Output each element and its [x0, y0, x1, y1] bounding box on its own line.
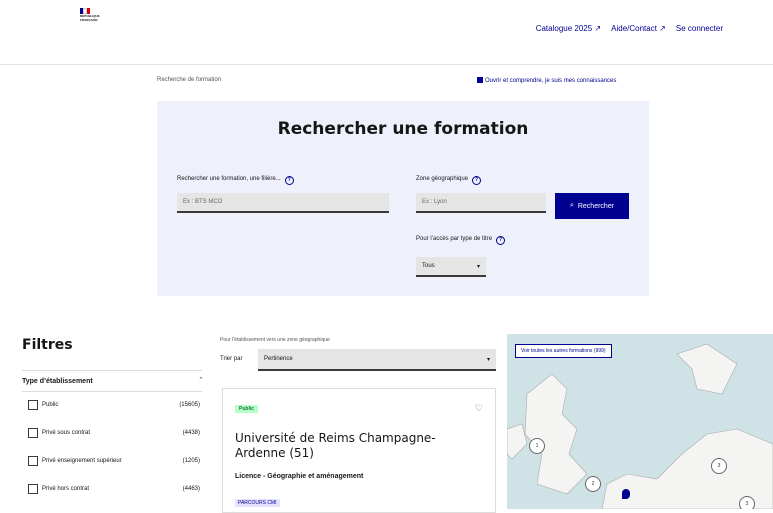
checkbox[interactable] — [28, 400, 38, 410]
search-button-label: Rechercher — [577, 202, 615, 210]
map-land — [507, 343, 773, 509]
header-tools: Catalogue 2025 ↗ Aide/Contact ↗ Se conne… — [536, 24, 723, 33]
exam-link-label: Ouvrir et comprendre, je suis mes connai… — [485, 78, 617, 84]
formation-input[interactable]: Ex : BTS MCO — [177, 193, 389, 213]
map-cluster[interactable]: 3 — [739, 496, 755, 509]
government-logo[interactable]: RÉPUBLIQUE FRANÇAISE — [80, 8, 112, 58]
formation-label: Rechercher une formation, une filière...… — [177, 176, 294, 185]
zone-label: Zone géographique? — [416, 176, 482, 185]
zone-input[interactable]: Ex : Lyon — [416, 193, 546, 213]
gov-line-2: FRANÇAISE — [80, 18, 98, 22]
card-title[interactable]: Université de Reims Champagne-Ardenne (5… — [235, 431, 485, 461]
map-pin-icon[interactable] — [622, 489, 630, 499]
map-cluster[interactable]: 1 — [529, 438, 545, 454]
checkbox[interactable] — [28, 428, 38, 438]
sort-label: Trier par — [220, 356, 243, 362]
search-icon: ⌕ — [569, 202, 574, 209]
page-title: Rechercher une formation — [277, 119, 529, 139]
breadcrumb[interactable]: Recherche de formation — [157, 77, 221, 83]
search-button[interactable]: ⌕ Rechercher — [555, 193, 629, 219]
filter-item-private-contract[interactable]: Privé sous contrat (4438) — [28, 426, 200, 440]
filters-title: Filtres — [22, 337, 73, 353]
chevron-up-icon: ˆ — [199, 377, 202, 385]
info-icon[interactable]: ? — [496, 236, 506, 245]
card-tag: PARCOURS CMI — [235, 499, 280, 507]
favorite-icon[interactable]: ♡ — [475, 403, 483, 414]
filter-item-public[interactable]: Public (15605) — [28, 398, 200, 412]
filter-section-establishment[interactable]: Type d’établissement ˆ — [22, 370, 202, 392]
chevron-down-icon: ▾ — [476, 264, 480, 270]
card-subtitle: Licence - Géographie et aménagement — [235, 473, 364, 480]
filter-item-private-higher[interactable]: Privé enseignement supérieur (1205) — [28, 454, 200, 468]
site-header: RÉPUBLIQUE FRANÇAISE Catalogue 2025 ↗ Ai… — [0, 0, 773, 65]
catalogue-link[interactable]: Catalogue 2025 ↗ — [536, 24, 601, 33]
map-all-formations-button[interactable]: Voir toutes les autres formations (999) — [515, 344, 612, 358]
map-cluster[interactable]: 3 — [711, 458, 727, 474]
info-icon[interactable]: ? — [472, 176, 482, 185]
checkbox[interactable] — [28, 484, 38, 494]
type-select[interactable]: Tous ▾ — [416, 257, 486, 277]
exam-link[interactable]: Ouvrir et comprendre, je suis mes connai… — [477, 77, 616, 84]
results-note: Pour l’établissement vers une zone géogr… — [220, 337, 330, 343]
results-map[interactable]: Voir toutes les autres formations (999) … — [507, 334, 773, 509]
chevron-down-icon: ▾ — [486, 357, 490, 363]
login-link[interactable]: Se connecter — [676, 24, 723, 33]
status-badge: Public — [235, 405, 259, 413]
filter-item-private-nocontract[interactable]: Privé hors contrat (4463) — [28, 482, 200, 496]
sort-select[interactable]: Pertinence ▾ — [258, 349, 496, 371]
type-label: Pour l’accès par type de titre? — [416, 236, 506, 245]
checkbox[interactable] — [28, 456, 38, 466]
info-icon[interactable]: ? — [284, 176, 294, 185]
square-icon — [477, 77, 483, 83]
map-cluster[interactable]: 2 — [585, 476, 601, 492]
formation-card[interactable]: Public ♡ Université de Reims Champagne-A… — [222, 388, 496, 513]
help-link[interactable]: Aide/Contact ↗ — [611, 24, 666, 33]
